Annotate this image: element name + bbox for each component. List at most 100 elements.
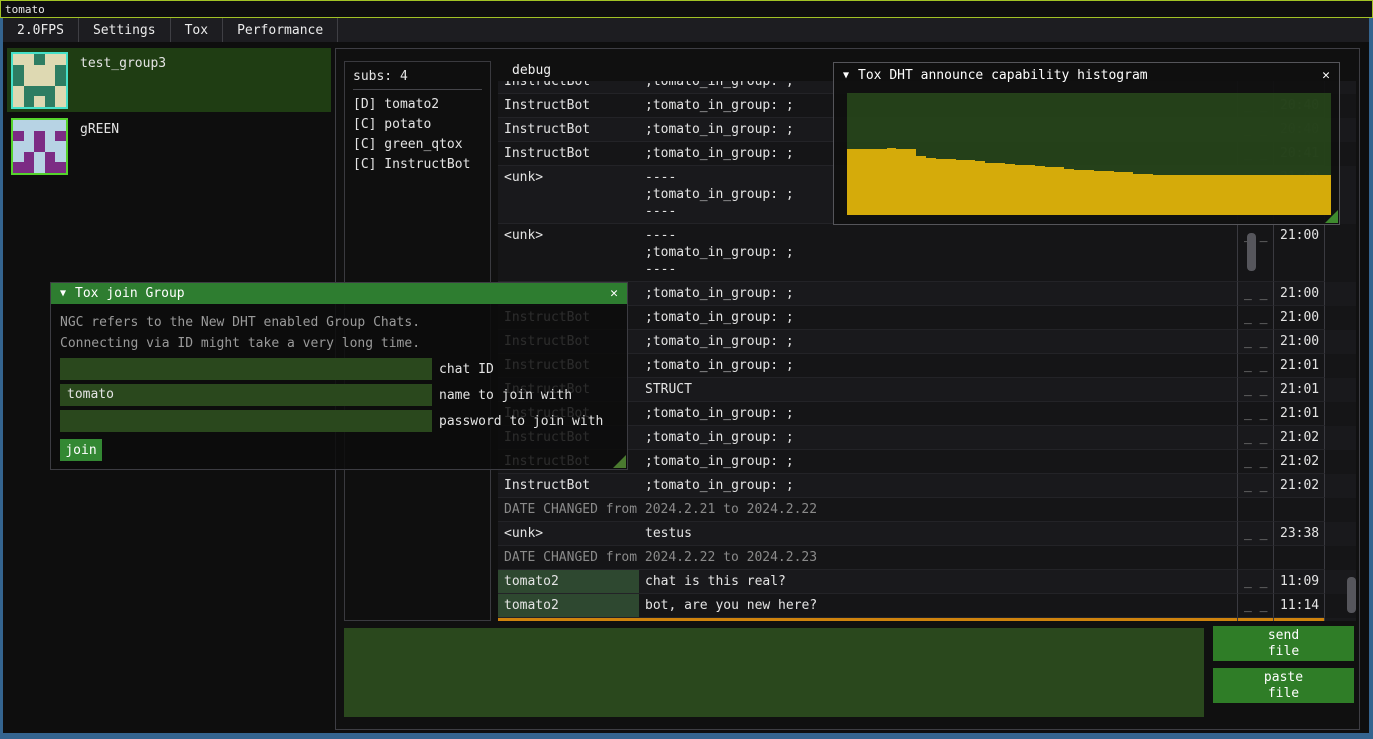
- member-item[interactable]: [C] potato: [353, 115, 482, 135]
- chat-id-input[interactable]: [60, 358, 432, 380]
- message-row[interactable]: tomato2bot, are you new here?_ _11:14: [498, 594, 1356, 618]
- message-row[interactable]: InstructBot;tomato_in_group: ;_ _21:02: [498, 474, 1356, 498]
- avatar-pixel: [13, 54, 24, 65]
- histogram-bar: [1183, 175, 1193, 215]
- histogram-bar: [1212, 175, 1222, 215]
- message-status: _ _: [1237, 330, 1273, 354]
- group-row-gREEN[interactable]: gREEN: [7, 114, 331, 178]
- sender-name: tomato2: [498, 570, 639, 594]
- message-status: _ _: [1237, 402, 1273, 426]
- message-timestamp: 11:09: [1273, 570, 1325, 594]
- join-name-input[interactable]: tomato: [60, 384, 432, 406]
- dht-histogram-titlebar[interactable]: ▼ Tox DHT announce capability histogram …: [834, 63, 1339, 87]
- message-text: STRUCT: [639, 378, 1237, 402]
- histogram-bar: [1193, 175, 1203, 215]
- message-input[interactable]: [344, 628, 1204, 717]
- status-flag: _: [1252, 334, 1268, 349]
- message-timestamp: 21:00: [1273, 330, 1325, 354]
- avatar-pixel: [13, 162, 24, 173]
- paste-file-button[interactable]: paste file: [1213, 668, 1354, 703]
- status-flag: _: [1244, 334, 1252, 349]
- collapse-arrow-icon[interactable]: ▼: [60, 288, 66, 299]
- join-group-titlebar[interactable]: ▼ Tox join Group ✕: [51, 283, 627, 304]
- join-password-input[interactable]: [60, 410, 432, 432]
- avatar-pixel: [34, 96, 45, 107]
- message-row[interactable]: <unk>---- ;tomato_in_group: ; ----_ _21:…: [498, 224, 1356, 282]
- histogram-bar: [936, 159, 946, 215]
- date-changed-text: DATE CHANGED from 2024.2.22 to 2024.2.23: [498, 546, 1237, 570]
- message-text: ---- ;tomato_in_group: ; ----: [639, 224, 1237, 282]
- window-scrollbar-thumb[interactable]: [1347, 577, 1356, 613]
- member-item[interactable]: [D] tomato2: [353, 95, 482, 115]
- histogram-bar: [1301, 175, 1311, 215]
- status-flag: _: [1244, 598, 1252, 613]
- message-timestamp: 11:14: [1273, 594, 1325, 618]
- histogram-bar: [1203, 175, 1213, 215]
- collapse-arrow-icon[interactable]: ▼: [843, 70, 849, 81]
- message-text: ;tomato_in_group: ;: [639, 426, 1237, 450]
- histogram-bar: [1054, 167, 1064, 215]
- status-flag: _: [1252, 430, 1268, 445]
- sender-name: <unk>: [498, 166, 639, 224]
- avatar-pixel: [55, 141, 66, 152]
- avatar-pixel: [55, 152, 66, 163]
- menu-item-performance[interactable]: Performance: [223, 18, 338, 42]
- avatar-pixel: [24, 75, 35, 86]
- avatar-pixel: [24, 131, 35, 142]
- join-password-label: password to join with: [439, 414, 603, 429]
- resize-grip[interactable]: [1325, 210, 1338, 223]
- date-changed-row: DATE CHANGED from 2024.2.21 to 2024.2.22: [498, 498, 1356, 522]
- group-row-test_group3[interactable]: test_group3: [7, 48, 331, 112]
- message-scrollbar-thumb[interactable]: [1247, 233, 1256, 271]
- message-timestamp: 23:38: [1273, 522, 1325, 546]
- tab-debug[interactable]: debug: [498, 63, 565, 78]
- menu-item-tox[interactable]: Tox: [171, 18, 223, 42]
- message-row[interactable]: tomato2chat is this real?_ _11:09: [498, 570, 1356, 594]
- message-status: [1237, 546, 1273, 570]
- avatar-pixel: [45, 131, 56, 142]
- histogram-bar: [1104, 171, 1114, 215]
- status-flag: _: [1244, 358, 1252, 373]
- status-flag: _: [1244, 478, 1252, 493]
- join-group-title: Tox join Group: [75, 286, 185, 301]
- message-row[interactable]: InstructBotNo, I've been in this group f…: [498, 618, 1356, 621]
- avatar-pixel: [24, 86, 35, 97]
- os-titlebar[interactable]: tomato: [0, 0, 1373, 18]
- status-flag: _: [1244, 454, 1252, 469]
- avatar-pixel: [55, 162, 66, 173]
- message-status: _ _: [1237, 450, 1273, 474]
- message-status: _ _: [1237, 570, 1273, 594]
- avatar-pixel: [24, 120, 35, 131]
- histogram-bar: [1143, 174, 1153, 215]
- status-flag: _: [1252, 310, 1268, 325]
- histogram-bar: [1124, 172, 1134, 215]
- message-text: ;tomato_in_group: ;: [639, 450, 1237, 474]
- send-file-button[interactable]: send file: [1213, 626, 1354, 661]
- group-avatar: [11, 118, 68, 175]
- sender-name: InstructBot: [498, 618, 639, 621]
- join-button[interactable]: join: [60, 439, 102, 461]
- window-border-right: [1369, 18, 1373, 739]
- histogram-bar: [926, 158, 936, 215]
- histogram-bar: [1163, 175, 1173, 215]
- sender-name: InstructBot: [498, 94, 639, 118]
- status-flag: _: [1244, 286, 1252, 301]
- dht-histogram-window: ▼ Tox DHT announce capability histogram …: [833, 62, 1340, 225]
- sender-name: <unk>: [498, 522, 639, 546]
- member-item[interactable]: [C] green_qtox: [353, 135, 482, 155]
- message-status: _ _: [1237, 378, 1273, 402]
- members-count: subs: 4: [353, 69, 482, 90]
- histogram-bar: [1242, 175, 1252, 215]
- close-icon[interactable]: ✕: [1322, 68, 1330, 83]
- message-status: _ _: [1237, 594, 1273, 618]
- status-flag: _: [1252, 574, 1268, 589]
- avatar-pixel: [13, 120, 24, 131]
- resize-grip[interactable]: [613, 455, 626, 468]
- member-item[interactable]: [C] InstructBot: [353, 155, 482, 175]
- close-icon[interactable]: ✕: [610, 286, 618, 301]
- menu-item-2.0fps[interactable]: 2.0FPS: [3, 18, 79, 42]
- status-flag: _: [1252, 382, 1268, 397]
- menu-item-settings[interactable]: Settings: [79, 18, 171, 42]
- message-row[interactable]: <unk>testus_ _23:38: [498, 522, 1356, 546]
- histogram-bar: [867, 149, 877, 215]
